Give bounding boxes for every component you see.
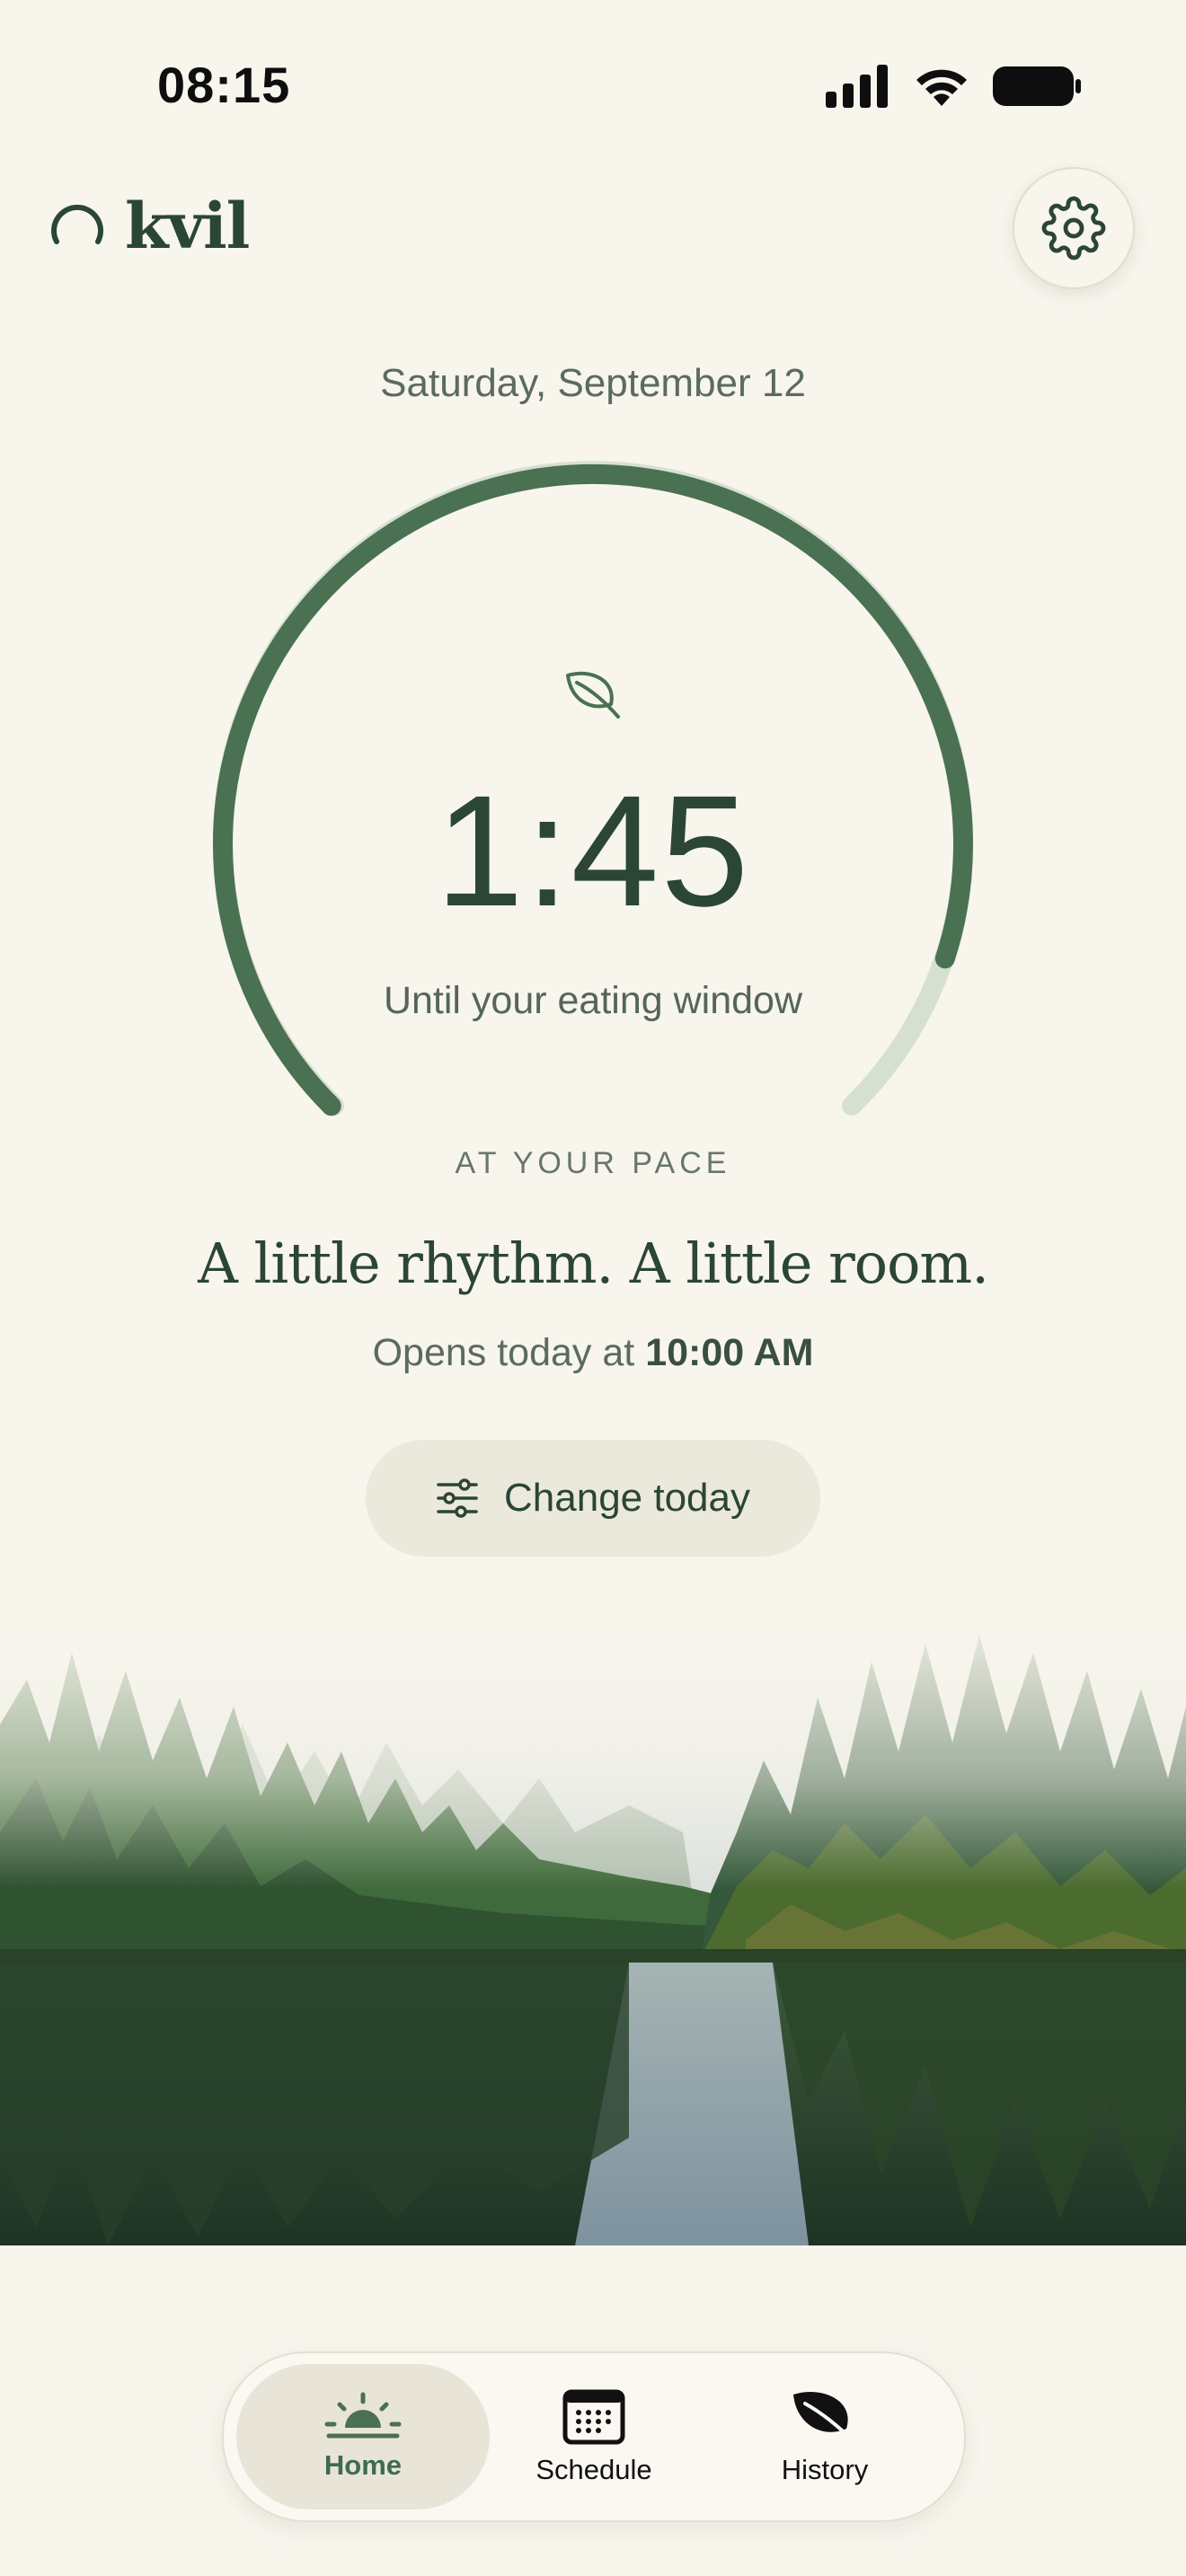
- opens-prefix: Opens today at: [372, 1331, 635, 1374]
- nav-schedule-label: Schedule: [535, 2454, 652, 2485]
- countdown-caption: Until your eating window: [383, 979, 803, 1022]
- opens-time: 10:00 AM: [645, 1331, 814, 1374]
- opens-line: Opens today at 10:00 AM: [0, 1331, 1186, 1375]
- leaf-icon: [793, 2392, 857, 2445]
- change-today-button[interactable]: Change today: [366, 1440, 820, 1557]
- sliders-icon: [437, 1478, 478, 1518]
- change-today-label: Change today: [504, 1476, 750, 1520]
- nav-schedule[interactable]: Schedule: [467, 2364, 721, 2510]
- sunrise-icon: [324, 2392, 402, 2439]
- bottom-nav: Home Schedule History: [222, 2351, 966, 2522]
- headline: A little rhythm. A little room.: [198, 1231, 989, 1296]
- pace-label: AT YOUR PACE: [455, 1146, 731, 1180]
- nav-home-label: Home: [323, 2449, 403, 2481]
- countdown-timer: 1:45: [435, 763, 751, 940]
- forest-lake-image: [0, 1599, 1186, 2245]
- leaf-icon: [566, 671, 620, 719]
- calendar-icon: [562, 2389, 625, 2445]
- nav-home[interactable]: Home: [236, 2364, 490, 2510]
- nav-history[interactable]: History: [698, 2364, 951, 2510]
- nav-history-label: History: [781, 2454, 869, 2485]
